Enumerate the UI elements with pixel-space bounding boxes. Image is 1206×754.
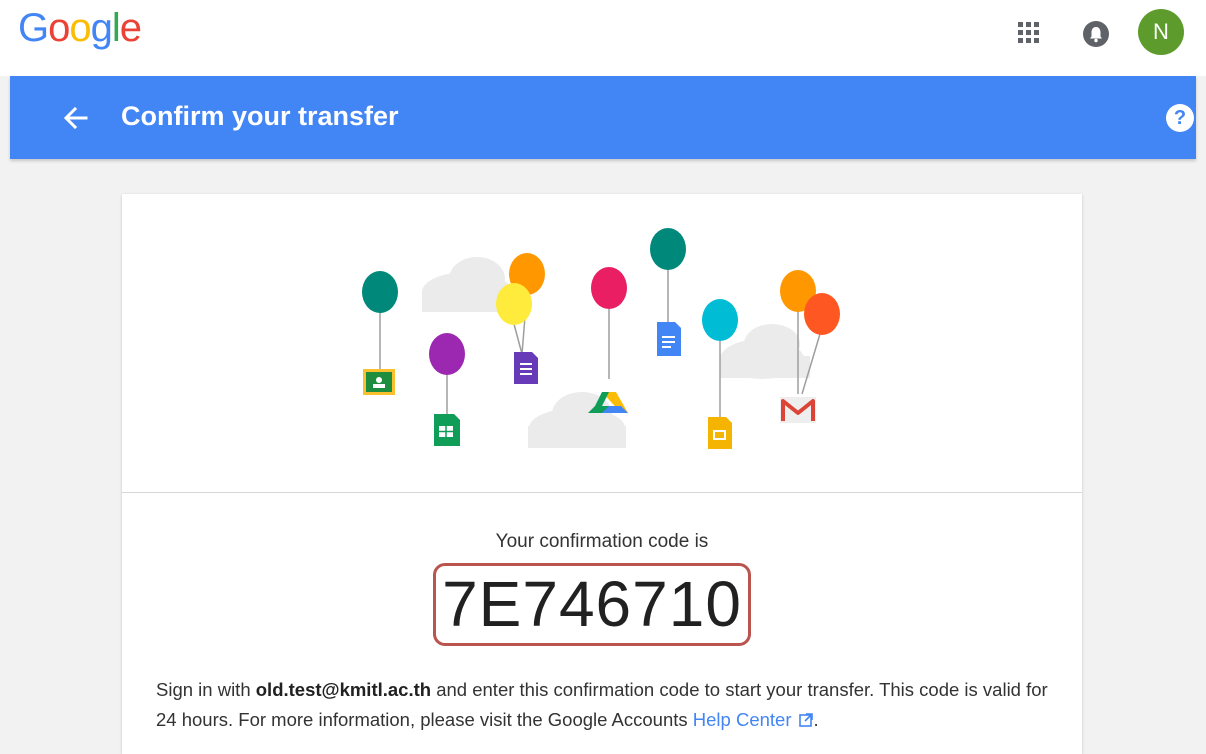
slides-icon: [708, 417, 732, 449]
instructions-part-3: .: [813, 709, 819, 730]
balloons-illustration: [122, 194, 1082, 492]
gmail-icon: [780, 397, 816, 423]
help-icon[interactable]: ?: [1166, 104, 1194, 132]
external-link-icon[interactable]: [798, 707, 814, 737]
logo-letter: o: [48, 6, 70, 50]
instructions-part-1: Sign in with: [156, 679, 256, 700]
classroom-icon: [363, 369, 395, 395]
apps-grid-icon[interactable]: [1016, 20, 1042, 46]
account-email: old.test@kmitl.ac.th: [255, 679, 432, 700]
avatar[interactable]: N: [1138, 9, 1184, 55]
code-label: Your confirmation code is: [495, 531, 709, 552]
page-title: Confirm your transfer: [121, 101, 399, 131]
app-bar: Confirm your transfer ?: [10, 76, 1196, 159]
forms-icon: [514, 352, 538, 384]
logo-letter: G: [18, 6, 49, 50]
divider: [122, 492, 1082, 493]
confirmation-code: 7E746710: [442, 568, 742, 640]
google-logo[interactable]: Google: [18, 6, 142, 51]
help-center-link[interactable]: Help Center: [693, 709, 792, 730]
sheets-icon: [434, 414, 460, 446]
instructions-text: Sign in with old.test@kmitl.ac.th and en…: [156, 675, 1056, 737]
logo-letter: o: [69, 6, 91, 50]
arrow-back-icon[interactable]: [60, 102, 92, 134]
logo-letter: l: [111, 6, 121, 50]
confirmation-card: Your confirmation code is 7E746710 Sign …: [122, 194, 1082, 754]
logo-letter: e: [119, 6, 142, 50]
logo-letter: g: [90, 6, 113, 50]
top-bar: Google N: [0, 0, 1206, 76]
docs-icon: [657, 322, 681, 356]
bell-icon[interactable]: [1082, 20, 1110, 48]
